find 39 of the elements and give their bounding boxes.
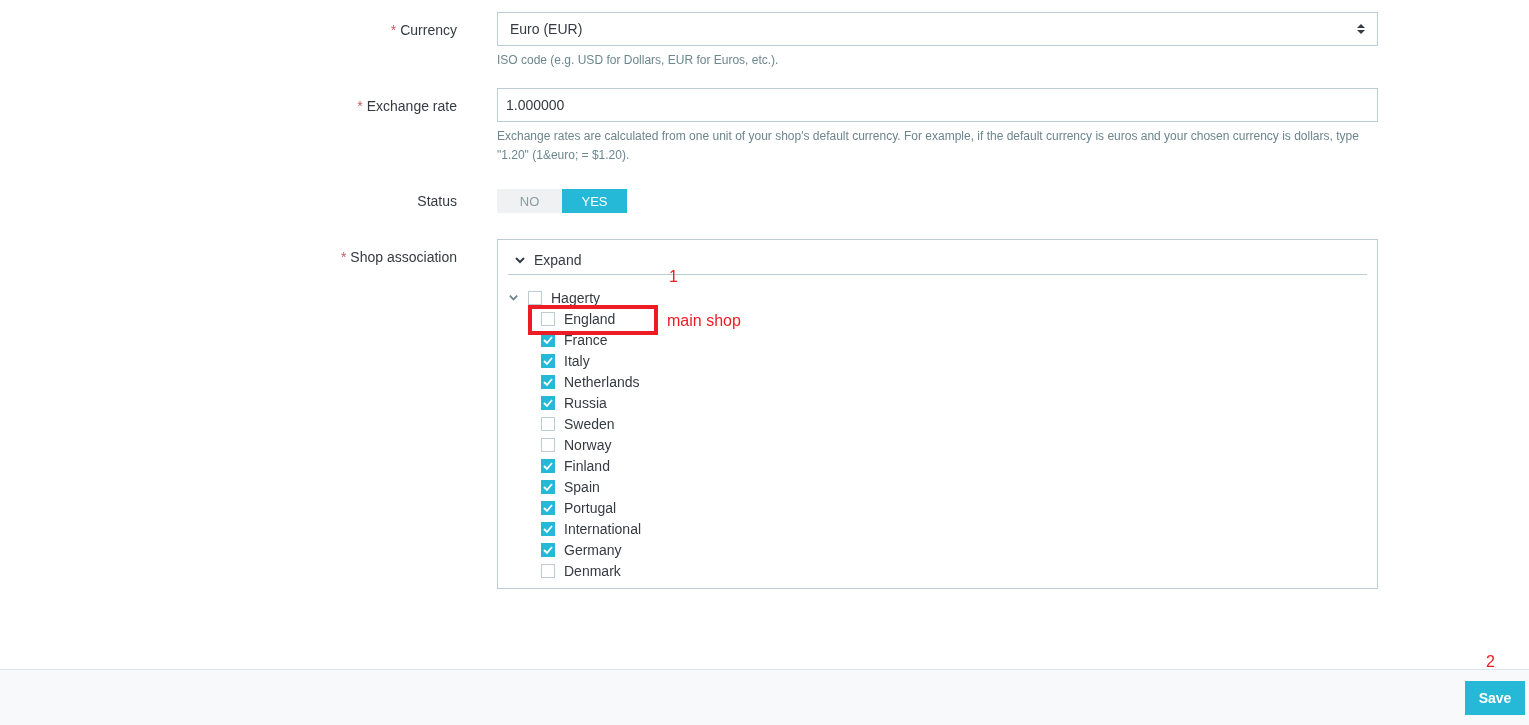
help-text: ISO code (e.g. USD for Dollars, EUR for Euros, etc.). [497, 52, 780, 69]
checkbox[interactable] [541, 521, 555, 536]
checkbox[interactable] [541, 311, 555, 326]
checkbox[interactable] [541, 416, 555, 431]
help-text: Exchange rates are calculated from one unit of your shop's default currency. For example, if the default currency is euros and your chosen currency is dollars, type "1.20" (1&euro; = $1.20). [497, 128, 1360, 164]
checkbox[interactable] [541, 500, 555, 515]
shop-label: Norway [564, 436, 612, 453]
checkbox[interactable] [541, 374, 555, 389]
shop-label: Netherlands [564, 373, 640, 390]
shop-label: Italy [564, 352, 590, 369]
chevron-down-icon [514, 254, 526, 266]
field-label: * Exchange rate [356, 97, 457, 116]
annotation-note: main shop [667, 312, 741, 330]
checkbox[interactable] [541, 542, 555, 557]
shop-label: Sweden [564, 415, 615, 432]
checkbox[interactable] [541, 437, 555, 452]
checkbox[interactable] [541, 563, 555, 578]
currency-select[interactable]: Euro (EUR) [497, 12, 1378, 46]
field-label: * Shop association [340, 248, 457, 267]
shop-label: England [564, 310, 616, 327]
shop-label: France [564, 331, 608, 348]
annotation-number: 2 [1486, 653, 1495, 671]
checkbox[interactable] [541, 353, 555, 368]
field-label: Status [416, 192, 457, 211]
checkbox[interactable] [541, 395, 555, 410]
shop-label: Finland [564, 457, 610, 474]
exchange-rate-input[interactable]: 1.000000 [497, 88, 1378, 122]
shop-label: Denmark [564, 562, 621, 579]
sort-arrows-icon [1357, 24, 1365, 34]
shop-label: International [564, 520, 642, 537]
field-label: * Currency [389, 21, 457, 40]
shop-label: Hagerty [551, 289, 601, 306]
shop-label: Spain [564, 478, 600, 495]
shop-label: Russia [564, 394, 607, 411]
shop-label: Germany [564, 541, 622, 558]
shop-label: Portugal [564, 499, 617, 516]
checkbox[interactable] [528, 290, 542, 305]
checkbox[interactable] [541, 479, 555, 494]
checkbox[interactable] [541, 458, 555, 473]
